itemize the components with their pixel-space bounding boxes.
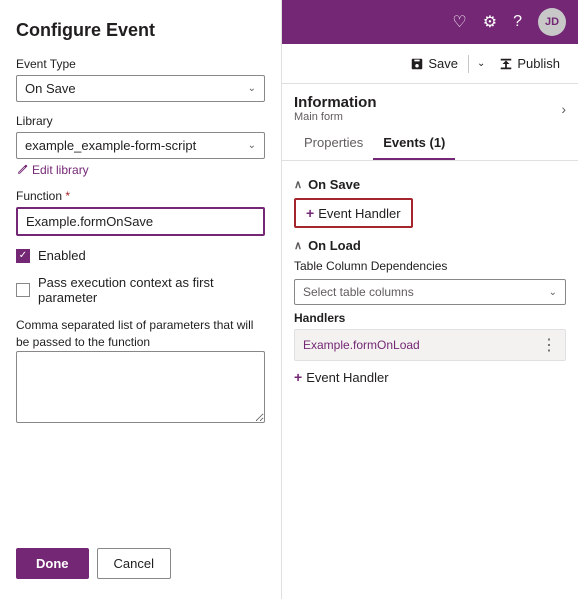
params-label: Comma separated list of parameters that … [16, 317, 265, 351]
pencil-icon [16, 164, 28, 176]
event-type-value: On Save [25, 81, 76, 96]
library-select[interactable]: example_example-form-script ⌄ [16, 132, 265, 159]
info-title: Information [294, 94, 377, 111]
publish-button[interactable]: Publish [493, 52, 566, 75]
publish-label: Publish [517, 56, 560, 71]
save-dropdown-button[interactable]: ⌄ [473, 54, 489, 73]
library-value: example_example-form-script [25, 138, 196, 153]
tab-events[interactable]: Events (1) [373, 127, 455, 160]
on-load-event-handler-label: Event Handler [306, 370, 388, 385]
handlers-label: Handlers [294, 311, 566, 325]
content-area: ∧ On Save + Event Handler ∧ On Load Tabl… [282, 161, 578, 599]
divider [468, 55, 469, 73]
save-icon [410, 57, 424, 71]
tab-properties[interactable]: Properties [294, 127, 373, 160]
info-subtitle: Main form [294, 111, 377, 123]
avatar[interactable]: JD [538, 8, 566, 36]
enabled-label: Enabled [38, 248, 86, 263]
table-column-select[interactable]: Select table columns ⌄ [294, 279, 566, 305]
params-field: Comma separated list of parameters that … [16, 317, 265, 423]
on-save-event-handler-label: Event Handler [318, 206, 400, 221]
handler-value: Example.formOnLoad [303, 338, 420, 352]
function-field: Function * [16, 189, 265, 236]
configure-event-panel: Configure Event Event Type On Save ⌄ Lib… [0, 0, 282, 599]
tabs-row: Properties Events (1) [282, 127, 578, 161]
event-type-select[interactable]: On Save ⌄ [16, 75, 265, 102]
on-save-event-handler-button[interactable]: + Event Handler [294, 198, 413, 228]
required-marker: * [65, 189, 70, 203]
on-save-title: On Save [308, 177, 360, 192]
event-type-chevron-icon: ⌄ [248, 83, 256, 94]
enabled-checkbox-row[interactable]: ✓ Enabled [16, 248, 265, 263]
library-field: Library example_example-form-script ⌄ Ed… [16, 114, 265, 177]
library-chevron-icon: ⌄ [248, 140, 256, 151]
event-type-field: Event Type On Save ⌄ [16, 57, 265, 102]
save-button[interactable]: Save [404, 52, 464, 75]
on-save-collapse-icon[interactable]: ∧ [294, 178, 302, 191]
publish-icon [499, 57, 513, 71]
right-panel: ♡ ⚙ ? JD Save ⌄ Publish Information Main… [282, 0, 578, 599]
info-text-block: Information Main form [294, 94, 377, 123]
question-icon[interactable]: ? [513, 13, 522, 31]
enabled-checkbox[interactable]: ✓ [16, 249, 30, 263]
on-load-collapse-icon[interactable]: ∧ [294, 239, 302, 252]
pass-context-checkbox-row[interactable]: Pass execution context as first paramete… [16, 275, 265, 305]
action-bar: Save ⌄ Publish [282, 44, 578, 84]
on-load-section: ∧ On Load Table Column Dependencies Sele… [294, 238, 566, 387]
event-type-label: Event Type [16, 57, 265, 71]
handler-item: Example.formOnLoad ⋮ [294, 329, 566, 361]
button-row: Done Cancel [16, 548, 265, 579]
panel-title: Configure Event [16, 20, 265, 41]
on-load-plus-icon: + [294, 369, 302, 385]
table-column-placeholder: Select table columns [303, 285, 414, 299]
params-textarea[interactable] [16, 351, 265, 423]
pass-context-label: Pass execution context as first paramete… [38, 275, 265, 305]
bell-icon[interactable]: ♡ [452, 12, 466, 32]
library-label: Library [16, 114, 265, 128]
checkmark-icon: ✓ [19, 251, 27, 261]
on-load-section-header: ∧ On Load [294, 238, 566, 253]
top-bar: ♡ ⚙ ? JD [282, 0, 578, 44]
info-header: Information Main form › [282, 84, 578, 127]
cancel-button[interactable]: Cancel [97, 548, 171, 579]
table-column-chevron-icon: ⌄ [549, 287, 557, 298]
on-load-event-handler-button[interactable]: + Event Handler [294, 367, 389, 387]
function-input-wrapper[interactable] [16, 207, 265, 236]
edit-library-label: Edit library [32, 163, 89, 177]
info-chevron-right-icon[interactable]: › [561, 101, 566, 117]
function-input[interactable] [26, 214, 255, 229]
save-label: Save [428, 56, 458, 71]
function-label: Function * [16, 189, 265, 203]
pass-context-checkbox[interactable] [16, 283, 30, 297]
done-button[interactable]: Done [16, 548, 89, 579]
on-save-plus-icon: + [306, 205, 314, 221]
table-column-deps-label: Table Column Dependencies [294, 259, 566, 273]
on-load-title: On Load [308, 238, 361, 253]
handler-menu-icon[interactable]: ⋮ [541, 335, 557, 355]
on-save-section-header: ∧ On Save [294, 177, 566, 192]
edit-library-button[interactable]: Edit library [16, 163, 265, 177]
gear-icon[interactable]: ⚙ [483, 12, 497, 32]
